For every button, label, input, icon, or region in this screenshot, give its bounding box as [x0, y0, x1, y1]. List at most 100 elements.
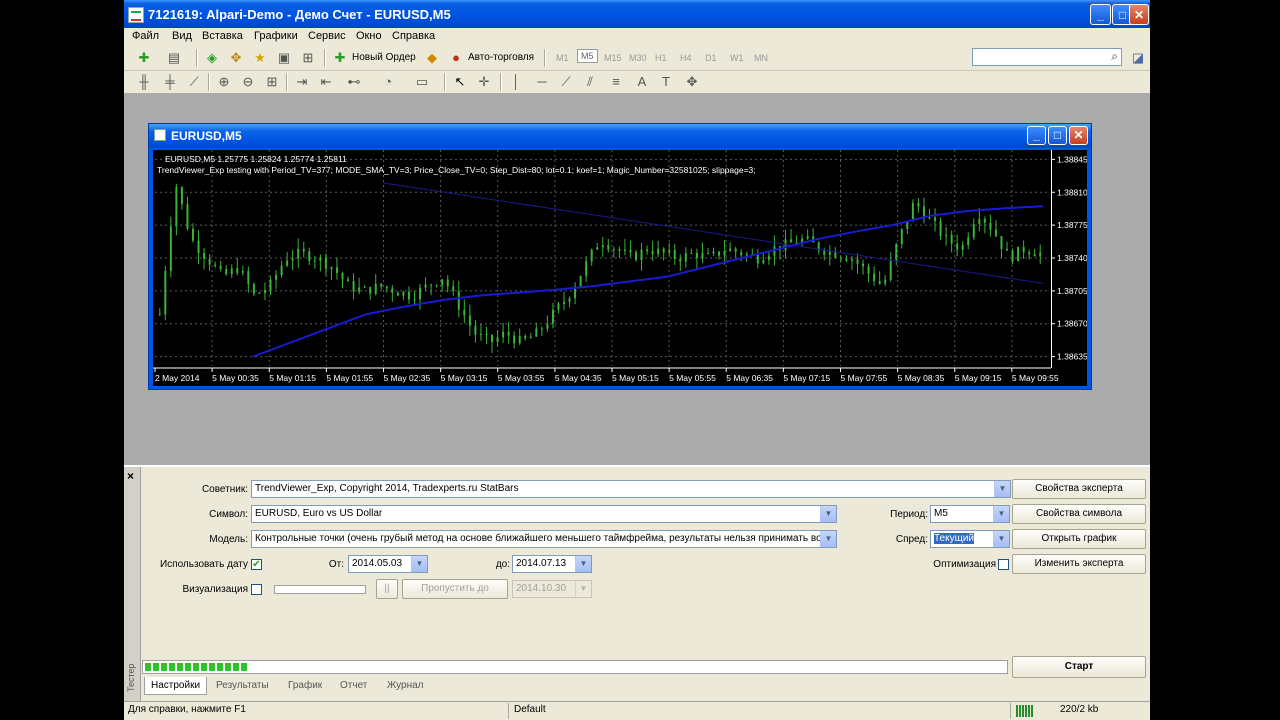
expert-select[interactable]: TrendViewer_Exp, Copyright 2014, Tradexp…	[251, 480, 1011, 498]
auto-trading-icon[interactable]: ●	[448, 50, 464, 66]
chevron-down-icon[interactable]: ▼	[994, 481, 1010, 497]
search-input[interactable]: ⌕	[972, 48, 1122, 66]
auto-trading-button[interactable]: Авто-торговля	[468, 52, 534, 63]
timeframe-d1[interactable]: D1	[705, 53, 717, 63]
menu-help[interactable]: Справка	[392, 30, 435, 42]
visualization-checkbox[interactable]	[251, 584, 262, 595]
timeframe-m15[interactable]: M15	[604, 53, 622, 63]
trendline-icon[interactable]: ⟋	[558, 74, 574, 90]
title-bar[interactable]: 7121619: Alpari-Demo - Демо Счет - EURUS…	[124, 0, 1150, 30]
channel-icon[interactable]: ⫽	[582, 74, 598, 90]
vertical-line-icon[interactable]: │	[508, 74, 524, 90]
menu-view[interactable]: Вид	[172, 30, 192, 42]
chart-title-bar[interactable]: EURUSD,M5 _ □ ✕	[149, 124, 1091, 148]
auto-scroll-icon[interactable]: ⇤	[318, 74, 334, 90]
chart-shift-icon[interactable]: ⇥	[294, 74, 310, 90]
timeframe-m1[interactable]: M1	[556, 53, 569, 63]
candlestick-icon[interactable]: ╪	[162, 74, 178, 90]
from-date-picker[interactable]: 2014.05.03 ▼	[348, 555, 428, 573]
tester-close-button[interactable]: ×	[127, 469, 134, 483]
optimization-checkbox[interactable]	[998, 559, 1009, 570]
tester-icon[interactable]: ⊞	[300, 50, 316, 66]
chevron-down-icon[interactable]: ▼	[575, 556, 591, 572]
fibonacci-icon[interactable]: ≡	[608, 74, 624, 90]
community-icon[interactable]: ◪	[1130, 50, 1146, 66]
chevron-down-icon[interactable]: ▼	[993, 506, 1009, 522]
period-select[interactable]: M5 ▼	[930, 505, 1010, 523]
minimize-button[interactable]: _	[1090, 4, 1111, 25]
edit-expert-button[interactable]: Изменить эксперта	[1012, 554, 1146, 574]
candle-body	[341, 272, 344, 280]
chart-minimize-button[interactable]: _	[1027, 126, 1046, 145]
terminal-icon[interactable]: ▣	[276, 50, 292, 66]
timeframe-m5[interactable]: M5	[577, 49, 598, 63]
tab-journal[interactable]: Журнал	[381, 677, 430, 694]
symbol-properties-button[interactable]: Свойства символа	[1012, 504, 1146, 524]
chart-close-button[interactable]: ✕	[1069, 126, 1088, 145]
skip-to-button[interactable]: Пропустить до	[402, 579, 508, 599]
menu-tools[interactable]: Сервис	[308, 30, 346, 42]
search-icon[interactable]: ⌕	[1111, 49, 1118, 64]
timeframe-mn[interactable]: MN	[754, 53, 768, 63]
use-date-checkbox[interactable]: ✔	[251, 559, 262, 570]
price-tick-label: 1.38845	[1057, 154, 1087, 164]
chevron-down-icon[interactable]: ▼	[820, 531, 836, 547]
expert-properties-button[interactable]: Свойства эксперта	[1012, 479, 1146, 499]
templates-icon[interactable]: ▭	[414, 74, 430, 90]
spread-select[interactable]: Текущий ▼	[930, 530, 1010, 548]
tile-windows-icon[interactable]: ⊞	[264, 74, 280, 90]
text-label-icon[interactable]: A	[634, 74, 650, 90]
to-date-picker[interactable]: 2014.07.13 ▼	[512, 555, 592, 573]
menu-insert[interactable]: Вставка	[202, 30, 243, 42]
timeframe-m30[interactable]: M30	[629, 53, 647, 63]
chart-window[interactable]: EURUSD,M5 _ □ ✕ 1.38845 1.38810 1.38775 1.3…	[148, 123, 1092, 390]
chevron-down-icon[interactable]: ▼	[993, 531, 1009, 547]
data-window-icon[interactable]: ✥	[228, 50, 244, 66]
close-button[interactable]: ✕	[1129, 4, 1149, 25]
open-chart-button[interactable]: Открыть график	[1012, 529, 1146, 549]
tab-settings[interactable]: Настройки	[144, 677, 208, 695]
text-icon[interactable]: T	[658, 74, 674, 90]
tab-graph[interactable]: График	[282, 677, 328, 694]
visualization-speed-slider[interactable]	[274, 585, 366, 594]
zoom-in-icon[interactable]: ⊕	[216, 74, 232, 90]
menu-window[interactable]: Окно	[356, 30, 382, 42]
cursor-icon[interactable]: ↖	[452, 74, 468, 90]
timeframe-h4[interactable]: H4	[680, 53, 692, 63]
chevron-down-icon[interactable]: ▼	[575, 581, 591, 597]
chevron-down-icon[interactable]: ▼	[411, 556, 427, 572]
candle-body	[347, 279, 350, 282]
status-traffic: 220/2 kb	[1060, 704, 1099, 715]
skip-to-date-picker[interactable]: 2014.10.30 ▼	[512, 580, 592, 598]
menu-file[interactable]: Файл	[132, 30, 159, 42]
model-select[interactable]: Контрольные точки (очень грубый метод на…	[251, 530, 837, 548]
new-chart-icon[interactable]: ✚	[136, 50, 152, 66]
arrows-icon[interactable]: ✥	[684, 74, 700, 90]
crosshair-icon[interactable]: ✛	[476, 74, 492, 90]
price-chart[interactable]: 1.38845 1.38810 1.38775 1.38740 1.38705 1.386…	[153, 150, 1087, 386]
profiles-icon[interactable]: ▤	[166, 50, 182, 66]
market-watch-icon[interactable]: ◈	[204, 50, 220, 66]
new-order-icon[interactable]: ✚	[332, 50, 348, 66]
optimization-label: Оптимизация	[933, 559, 996, 570]
indicators-icon[interactable]: ⊷	[346, 74, 362, 90]
timeframe-w1[interactable]: W1	[730, 53, 744, 63]
tab-results[interactable]: Результаты	[210, 677, 275, 694]
metaeditor-icon[interactable]: ◆	[424, 50, 440, 66]
chevron-down-icon[interactable]: ▼	[820, 506, 836, 522]
chart-maximize-button[interactable]: □	[1048, 126, 1067, 145]
zoom-out-icon[interactable]: ⊖	[240, 74, 256, 90]
price-tick-label: 1.38810	[1057, 187, 1087, 197]
menu-charts[interactable]: Графики	[254, 30, 298, 42]
periods-icon[interactable]: ◔	[380, 74, 396, 90]
tab-report[interactable]: Отчет	[334, 677, 373, 694]
bar-chart-icon[interactable]: ╫	[136, 74, 152, 90]
timeframe-h1[interactable]: H1	[655, 53, 667, 63]
pause-button[interactable]: ||	[376, 579, 398, 599]
start-button[interactable]: Старт	[1012, 656, 1146, 678]
horizontal-line-icon[interactable]: ─	[534, 74, 550, 90]
line-chart-icon[interactable]: ⟋	[186, 74, 202, 90]
navigator-icon[interactable]: ★	[252, 50, 268, 66]
symbol-select[interactable]: EURUSD, Euro vs US Dollar ▼	[251, 505, 837, 523]
new-order-button[interactable]: Новый Ордер	[352, 52, 416, 63]
